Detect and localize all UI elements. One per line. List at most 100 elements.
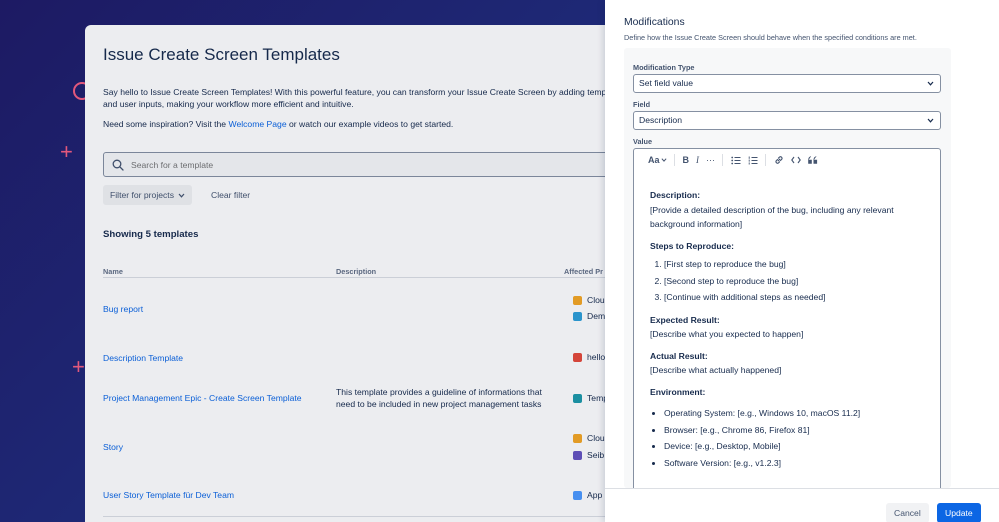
cancel-button[interactable]: Cancel <box>886 503 929 522</box>
bullet-list-icon <box>731 156 741 164</box>
chevron-down-icon <box>660 158 667 162</box>
search-input[interactable] <box>131 158 531 172</box>
toolbar-separator <box>722 154 724 166</box>
template-link-user-story-template[interactable]: User Story Template für Dev Team <box>103 490 234 500</box>
intro-text-line-2: and user inputs, making your workflow mo… <box>103 99 354 109</box>
inspiration-text: Need some inspiration? Visit the Welcome… <box>103 118 453 130</box>
drawer-footer: Cancel Update <box>605 488 999 522</box>
project-icon <box>573 311 582 321</box>
numbered-list-button[interactable] <box>748 153 758 167</box>
paragraph-expected: [Describe what you expected to happen] <box>650 329 804 339</box>
modification-type-select[interactable]: Set field value <box>633 74 941 93</box>
link-button[interactable] <box>774 153 784 167</box>
project-label: Seib <box>587 450 605 460</box>
clear-filter-button[interactable]: Clear filter <box>206 185 255 205</box>
list-item: [First step to reproduce the bug] <box>664 256 930 273</box>
project-label: Dem <box>587 311 606 321</box>
project-chip: Clou <box>573 433 605 443</box>
paragraph-description-2: background information] <box>650 219 743 229</box>
code-button[interactable] <box>791 153 801 167</box>
column-header-name[interactable]: Name <box>103 267 123 276</box>
heading-actual: Actual Result: <box>650 350 708 361</box>
decorative-plus-icon: + <box>72 354 85 379</box>
project-chip: hello <box>573 352 605 362</box>
link-icon <box>775 156 783 164</box>
update-button[interactable]: Update <box>937 503 981 522</box>
modification-type-value: Set field value <box>639 78 693 88</box>
quote-icon <box>808 156 818 164</box>
code-icon <box>791 156 801 164</box>
heading-steps: Steps to Reproduce: <box>650 240 735 251</box>
editor-toolbar: Aa B I ··· <box>634 149 940 171</box>
project-label: Clou <box>587 295 605 305</box>
drawer-title: Modifications <box>624 17 685 28</box>
description-line-2: need to be included in new project manag… <box>336 399 542 409</box>
chevron-down-icon <box>178 193 185 198</box>
editor-content[interactable]: Description: [Provide a detailed descrip… <box>650 188 930 474</box>
text-style-button[interactable]: Aa <box>648 153 667 167</box>
search-icon <box>112 159 124 171</box>
drawer-subtitle: Define how the Issue Create Screen shoul… <box>624 33 917 42</box>
text-style-label: Aa <box>648 155 660 165</box>
chevron-down-icon <box>927 118 934 123</box>
table-divider <box>103 277 645 278</box>
list-item: Browser: [e.g., Chrome 86, Firefox 81] <box>664 422 930 439</box>
project-label: App <box>587 490 603 500</box>
modifications-drawer: Modifications Define how the Issue Creat… <box>605 0 999 522</box>
results-count: Showing 5 templates <box>103 229 199 240</box>
template-link-project-management-epic[interactable]: Project Management Epic - Create Screen … <box>103 393 302 403</box>
list-item: Operating System: [e.g., Windows 10, mac… <box>664 405 930 422</box>
page-title: Issue Create Screen Templates <box>103 45 340 64</box>
bold-button[interactable]: B <box>683 153 690 167</box>
project-icon <box>573 450 582 460</box>
field-value: Description <box>639 115 682 125</box>
template-link-description-template[interactable]: Description Template <box>103 353 183 363</box>
project-chip: App <box>573 490 602 500</box>
decorative-plus-icon: + <box>60 139 73 164</box>
column-header-description[interactable]: Description <box>336 267 376 276</box>
welcome-page-link[interactable]: Welcome Page <box>228 119 286 129</box>
paragraph-actual: [Describe what actually happened] <box>650 365 782 375</box>
template-description: This template provides a guideline of in… <box>336 386 556 410</box>
field-label: Field <box>633 100 651 109</box>
steps-list: [First step to reproduce the bug] [Secon… <box>650 256 930 306</box>
toolbar-separator <box>765 154 767 166</box>
list-item: [Continue with additional steps as neede… <box>664 289 930 306</box>
search-box[interactable] <box>103 152 645 177</box>
modification-type-label: Modification Type <box>633 63 695 72</box>
templates-card: Issue Create Screen Templates Say hello … <box>85 25 645 522</box>
italic-button[interactable]: I <box>696 153 699 167</box>
template-link-story[interactable]: Story <box>103 442 123 452</box>
project-icon <box>573 393 582 403</box>
list-item: Device: [e.g., Desktop, Mobile] <box>664 438 930 455</box>
project-label: hello <box>587 352 606 362</box>
heading-environment: Environment: <box>650 386 706 397</box>
list-item: [Second step to reproduce the bug] <box>664 273 930 290</box>
project-icon <box>573 433 582 443</box>
project-chip: Clou <box>573 295 605 305</box>
toolbar-separator <box>673 154 675 166</box>
description-line-1: This template provides a guideline of in… <box>336 387 542 397</box>
column-header-affected-projects[interactable]: Affected Pr <box>564 267 603 276</box>
inspiration-prefix: Need some inspiration? Visit the <box>103 119 227 129</box>
field-select[interactable]: Description <box>633 111 941 130</box>
more-formatting-button[interactable]: ··· <box>706 153 715 167</box>
quote-button[interactable] <box>808 153 818 167</box>
chevron-down-icon <box>927 81 934 86</box>
project-icon <box>573 490 582 500</box>
filter-projects-button[interactable]: Filter for projects <box>103 185 192 205</box>
bullet-list-button[interactable] <box>731 153 741 167</box>
environment-list: Operating System: [e.g., Windows 10, mac… <box>650 405 930 471</box>
intro-text-line-1: Say hello to Issue Create Screen Templat… <box>103 87 625 97</box>
inspiration-suffix: or watch our example videos to get start… <box>289 119 454 129</box>
list-item: Software Version: [e.g., v1.2.3] <box>664 455 930 472</box>
value-label: Value <box>633 137 653 146</box>
filter-projects-label: Filter for projects <box>110 190 174 200</box>
numbered-list-icon <box>748 156 758 164</box>
heading-description: Description: <box>650 190 701 200</box>
rich-text-editor[interactable]: Aa B I ··· Description: [Provide a detai… <box>633 148 941 488</box>
template-link-bug-report[interactable]: Bug report <box>103 304 143 314</box>
project-chip: Dem <box>573 311 605 321</box>
modification-panel: Modification Type Set field value Field … <box>624 48 951 488</box>
table-bottom-divider <box>103 516 645 517</box>
